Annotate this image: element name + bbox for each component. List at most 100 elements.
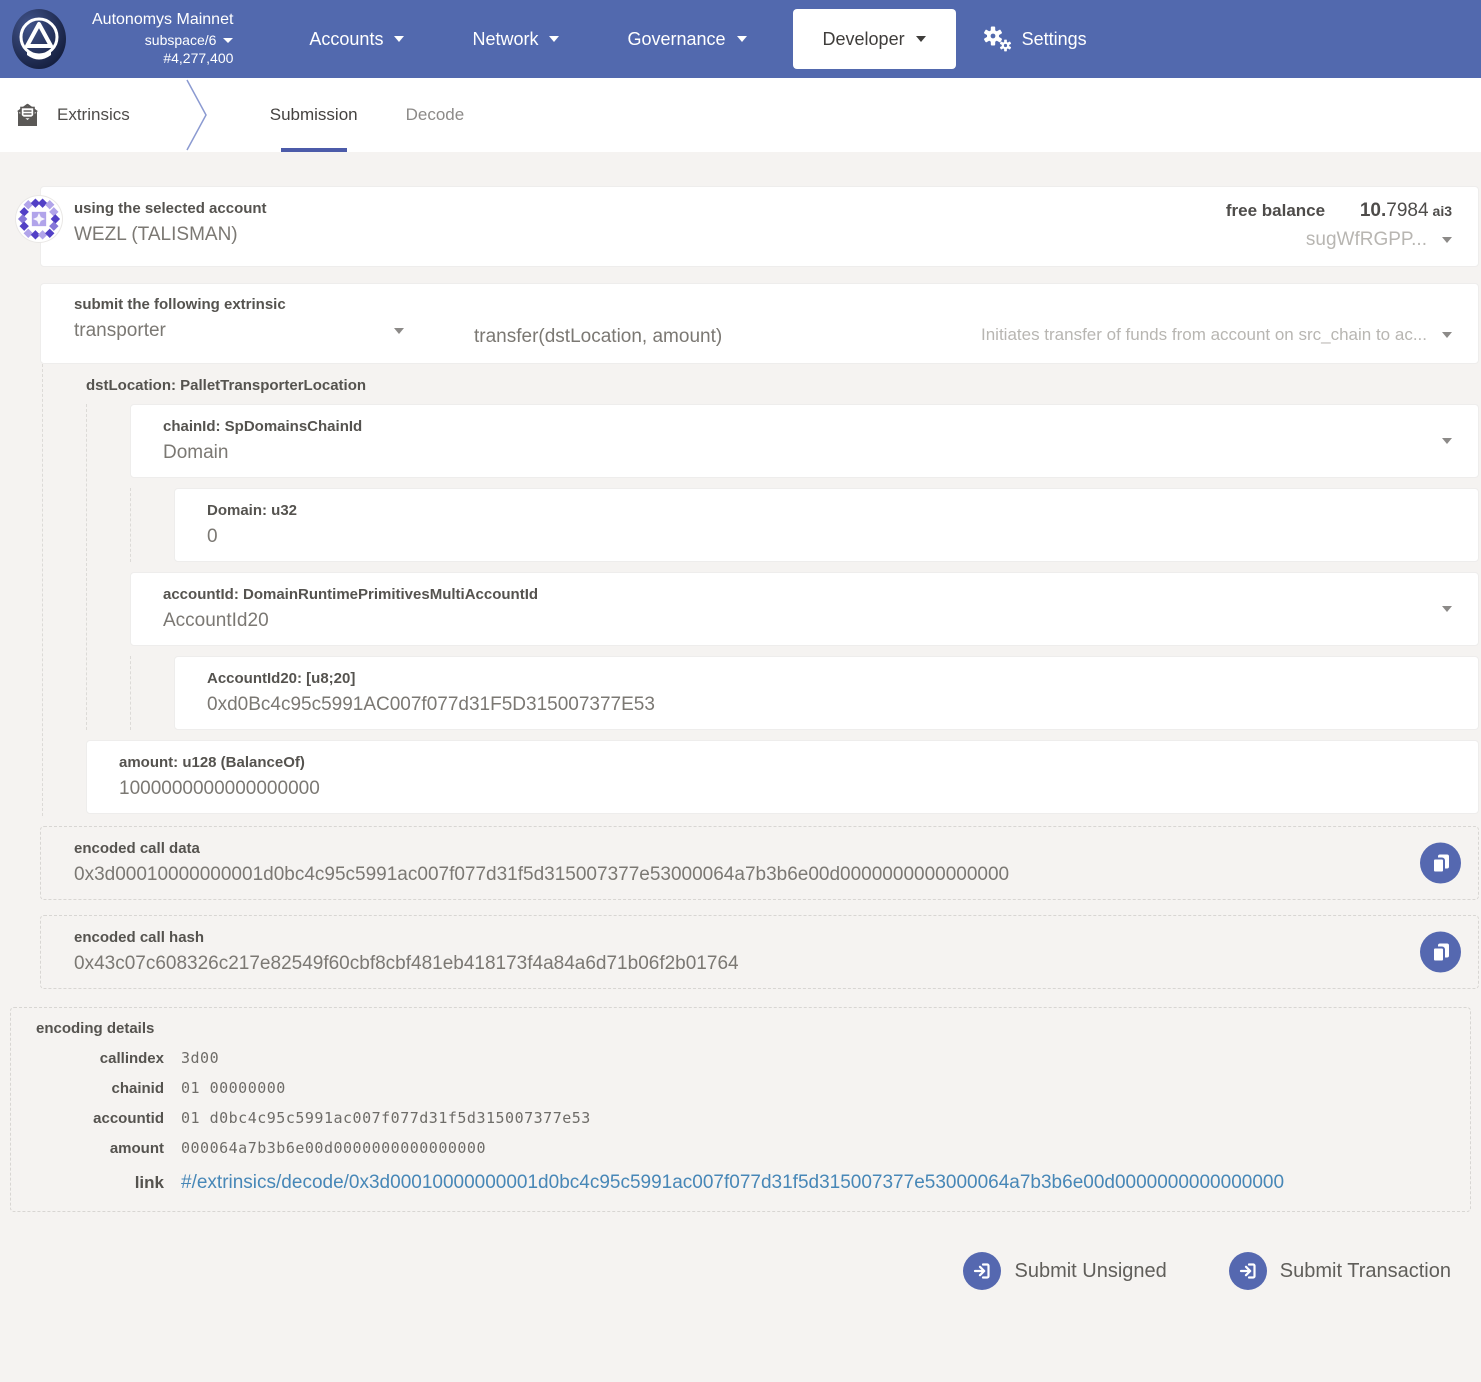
submit-unsigned-button[interactable]: Submit Unsigned <box>963 1252 1166 1290</box>
param-accountid20-input[interactable]: AccountId20: [u8;20] 0xd0Bc4c95c5991AC00… <box>174 656 1479 730</box>
tab-decode[interactable]: Decode <box>406 78 465 152</box>
nav-settings-label: Settings <box>1022 29 1087 50</box>
tab-submission-label: Submission <box>270 105 358 125</box>
autonomys-logo-icon <box>8 8 70 70</box>
chevron-down-icon <box>916 36 926 42</box>
extrinsic-select-card: submit the following extrinsic transport… <box>40 283 1479 364</box>
account-select-label: using the selected account <box>74 200 267 217</box>
method-select[interactable]: transfer(dstLocation, amount) <box>474 296 722 348</box>
chevron-down-icon <box>394 328 404 334</box>
encoded-call-data-box: encoded call data 0x3d00010000000001d0bc… <box>40 826 1479 900</box>
param-accountid20-value: 0xd0Bc4c95c5991AC007f077d31F5D315007377E… <box>207 694 1418 716</box>
param-amount-value: 1000000000000000000 <box>119 778 1418 800</box>
param-chainid-select[interactable]: chainId: SpDomainsChainId Domain <box>130 404 1479 478</box>
link-label: link <box>36 1173 181 1193</box>
nav-settings[interactable]: Settings <box>982 25 1087 53</box>
pallet-name: transporter <box>74 320 166 342</box>
encoding-row-accountid: accountid 01 d0bc4c95c5991ac007f077d31f5… <box>36 1109 1446 1127</box>
chevron-down-icon <box>1442 606 1452 612</box>
chain-name: subspace/6 <box>145 31 217 49</box>
nav-network-label: Network <box>472 29 538 50</box>
chevron-down-icon <box>737 36 747 42</box>
param-amount-label: amount: u128 (BalanceOf) <box>119 754 1418 771</box>
param-domain-input[interactable]: Domain: u32 0 <box>174 488 1479 562</box>
chevron-down-icon <box>394 36 404 42</box>
encoding-details-title: encoding details <box>36 1020 1446 1037</box>
tab-bar: Extrinsics Submission Decode <box>0 78 1481 152</box>
chevron-separator-icon <box>186 79 208 151</box>
chainid-value: 01 00000000 <box>181 1079 1446 1097</box>
pallet-select[interactable]: transporter <box>74 320 404 342</box>
dstlocation-group: chainId: SpDomainsChainId Domain Domain:… <box>86 404 1479 730</box>
decode-link[interactable]: #/extrinsics/decode/0x3d00010000000001d0… <box>181 1169 1446 1197</box>
nav-governance-label: Governance <box>627 29 725 50</box>
balance-unit: ai3 <box>1433 203 1452 219</box>
accountid-value: 01 d0bc4c95c5991ac007f077d31f5d315007377… <box>181 1109 1446 1127</box>
account-select[interactable]: using the selected account WEZL (TALISMA… <box>74 200 267 253</box>
encoding-row-callindex: callindex 3d00 <box>36 1049 1446 1067</box>
chainid-label: chainid <box>36 1080 181 1097</box>
params-tree: dstLocation: PalletTransporterLocation c… <box>42 364 1479 816</box>
chevron-down-icon <box>1442 438 1452 444</box>
param-amount-input[interactable]: amount: u128 (BalanceOf) 100000000000000… <box>86 740 1479 814</box>
param-chainid-label: chainId: SpDomainsChainId <box>163 418 1418 435</box>
chainid-group: Domain: u32 0 <box>130 488 1479 562</box>
nav-governance[interactable]: Governance <box>593 0 780 78</box>
method-description: Initiates transfer of funds from account… <box>981 325 1427 345</box>
address-dropdown[interactable]: sugWfRGPP... <box>1226 229 1452 251</box>
extrinsic-section-label: submit the following extrinsic <box>74 296 404 313</box>
pallet-column: submit the following extrinsic transport… <box>74 296 404 342</box>
nav-accounts-label: Accounts <box>309 29 383 50</box>
encoded-call-data-value: 0x3d00010000000001d0bc4c95c5991ac007f077… <box>74 864 1398 886</box>
tab-decode-label: Decode <box>406 105 465 125</box>
tab-submission[interactable]: Submission <box>270 78 358 152</box>
param-accountid-select[interactable]: accountId: DomainRuntimePrimitivesMultiA… <box>130 572 1479 646</box>
encoding-details-box: encoding details callindex 3d00 chainid … <box>10 1007 1471 1212</box>
account-name: WEZL (TALISMAN) <box>74 224 267 246</box>
copy-icon <box>1431 852 1451 874</box>
param-accountid20-label: AccountId20: [u8;20] <box>207 670 1418 687</box>
callindex-value: 3d00 <box>181 1049 1446 1067</box>
copy-icon <box>1431 941 1451 963</box>
app-header: Autonomys Mainnet subspace/6 #4,277,400 … <box>0 0 1481 78</box>
param-accountid-label: accountId: DomainRuntimePrimitivesMultiA… <box>163 586 1418 603</box>
encoding-row-link: link #/extrinsics/decode/0x3d00010000000… <box>36 1169 1446 1197</box>
account-identicon[interactable] <box>16 196 62 242</box>
accountid-label: accountid <box>36 1110 181 1127</box>
nav-developer-label: Developer <box>823 29 905 50</box>
submit-unsigned-label: Submit Unsigned <box>1014 1260 1166 1283</box>
encoded-call-data-label: encoded call data <box>74 840 1398 857</box>
free-balance: free balance 10.7984 ai3 <box>1226 200 1452 222</box>
submit-transaction-button[interactable]: Submit Transaction <box>1229 1252 1451 1290</box>
encoding-row-amount: amount 000064a7b3b6e00d0000000000000000 <box>36 1139 1446 1157</box>
address-short: sugWfRGPP... <box>1306 229 1427 251</box>
nav-developer[interactable]: Developer <box>793 9 956 69</box>
param-chainid-value: Domain <box>163 442 1418 464</box>
param-domain-label: Domain: u32 <box>207 502 1418 519</box>
submit-transaction-label: Submit Transaction <box>1280 1260 1451 1283</box>
encoded-call-hash-label: encoded call hash <box>74 929 1398 946</box>
balance-whole: 10. <box>1360 200 1386 221</box>
amount-value: 000064a7b3b6e00d0000000000000000 <box>181 1139 1446 1157</box>
encoded-call-hash-box: encoded call hash 0x43c07c608326c217e825… <box>40 915 1479 989</box>
chevron-down-icon <box>1442 237 1452 243</box>
nav-accounts[interactable]: Accounts <box>275 0 438 78</box>
method-name: transfer(dstLocation, amount) <box>474 326 722 347</box>
param-accountid-value: AccountId20 <box>163 610 1418 632</box>
nav-network[interactable]: Network <box>438 0 593 78</box>
main-nav: Accounts Network Governance Developer <box>275 0 1086 78</box>
accountid-group: AccountId20: [u8;20] 0xd0Bc4c95c5991AC00… <box>130 656 1479 730</box>
balance-fraction: 7984 <box>1386 200 1428 221</box>
copy-call-hash-button[interactable] <box>1420 932 1461 973</box>
free-balance-label: free balance <box>1226 201 1325 220</box>
best-block-number: #4,277,400 <box>92 49 233 67</box>
account-card: using the selected account WEZL (TALISMA… <box>40 186 1479 267</box>
method-description-dropdown[interactable]: Initiates transfer of funds from account… <box>981 296 1452 345</box>
chain-selector[interactable]: subspace/6 <box>92 31 233 49</box>
encoding-row-chainid: chainid 01 00000000 <box>36 1079 1446 1097</box>
page-content: using the selected account WEZL (TALISMA… <box>0 152 1481 1290</box>
param-domain-value: 0 <box>207 526 1418 548</box>
copy-call-data-button[interactable] <box>1420 843 1461 884</box>
sign-in-icon <box>963 1252 1001 1290</box>
network-brand: Autonomys Mainnet subspace/6 #4,277,400 <box>92 10 233 67</box>
